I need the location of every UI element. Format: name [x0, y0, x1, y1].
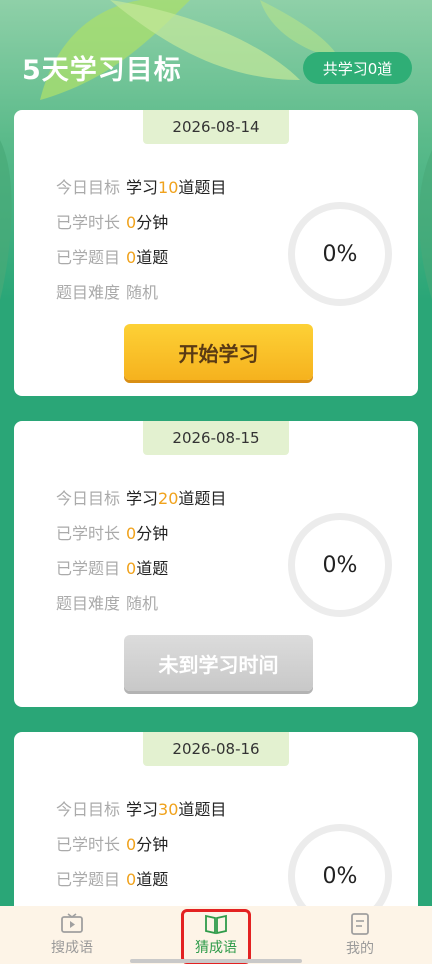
difficulty-value: 随机 — [126, 283, 159, 302]
day-card: 2026-08-16 今日目标学习30道题目 已学时长0分钟 已学题目0道题 题… — [14, 732, 418, 932]
target-count: 20 — [158, 489, 179, 508]
day-card: 2026-08-15 今日目标 学习20道题目 已学时长 0分钟 已学题目 0道题 题… — [14, 421, 418, 707]
progress-text: 0% — [322, 552, 358, 578]
done-value: 0 — [126, 559, 137, 578]
progress-ring: 0% — [288, 202, 392, 306]
done-unit: 道题 — [136, 248, 169, 267]
open-book-icon — [205, 914, 227, 935]
tab-label: 我的 — [346, 941, 374, 957]
tab-guess-idiom[interactable]: 猜成语 — [144, 906, 288, 964]
done-unit: 道题 — [136, 870, 169, 889]
done-value: 0 — [126, 870, 137, 889]
document-icon — [351, 913, 369, 935]
duration-unit: 分钟 — [136, 524, 169, 543]
duration-unit: 分钟 — [136, 835, 169, 854]
day-card: 2026-08-14 今日目标 学习10道题目 已学时长 0分钟 已学题目 0道题 题… — [14, 110, 418, 396]
done-row: 已学题目 0道题 — [56, 555, 168, 579]
bottom-tab-bar: 搜成语 猜成语 我的 — [0, 906, 432, 964]
difficulty-row: 题目难度随机 — [56, 590, 158, 614]
target-label: 今日目标 — [56, 800, 121, 819]
target-suffix: 道题目 — [178, 178, 227, 197]
duration-unit: 分钟 — [136, 213, 169, 232]
duration-label: 已学时长 — [56, 835, 121, 854]
progress-text: 0% — [322, 863, 358, 889]
done-row: 已学题目 0道题 — [56, 244, 168, 268]
done-label: 已学题目 — [56, 559, 121, 578]
duration-row: 已学时长 0分钟 — [56, 831, 168, 855]
done-label: 已学题目 — [56, 870, 121, 889]
not-yet-time-button[interactable]: 未到学习时间 — [124, 635, 313, 691]
difficulty-row: 题目难度随机 — [56, 279, 158, 303]
duration-row: 已学时长 0分钟 — [56, 520, 168, 544]
target-prefix: 学习 — [126, 178, 159, 197]
page-title: 5天学习目标 — [22, 55, 182, 86]
start-study-button[interactable]: 开始学习 — [124, 324, 313, 380]
target-label: 今日目标 — [56, 178, 121, 197]
difficulty-label: 题目难度 — [56, 594, 121, 613]
duration-value: 0 — [126, 524, 137, 543]
page-header: 5天学习目标 共学习0道 — [0, 0, 432, 100]
target-prefix: 学习 — [126, 800, 159, 819]
total-learned-badge: 共学习0道 — [303, 52, 412, 84]
done-value: 0 — [126, 248, 137, 267]
done-unit: 道题 — [136, 559, 169, 578]
target-count: 10 — [158, 178, 179, 197]
target-row: 今日目标 学习10道题目 — [56, 174, 226, 198]
home-indicator — [130, 959, 302, 963]
done-label: 已学题目 — [56, 248, 121, 267]
target-prefix: 学习 — [126, 489, 159, 508]
duration-row: 已学时长 0分钟 — [56, 209, 168, 233]
difficulty-value: 随机 — [126, 594, 159, 613]
card-date: 2026-08-14 — [143, 110, 289, 144]
tab-label: 搜成语 — [51, 940, 93, 956]
tab-label: 猜成语 — [195, 940, 237, 956]
progress-ring: 0% — [288, 513, 392, 617]
progress-text: 0% — [322, 241, 358, 267]
tab-search-idiom[interactable]: 搜成语 — [0, 906, 144, 964]
duration-value: 0 — [126, 213, 137, 232]
tab-mine[interactable]: 我的 — [288, 906, 432, 964]
target-suffix: 道题目 — [178, 489, 227, 508]
target-count: 30 — [158, 800, 179, 819]
target-row: 今日目标 学习30道题目 — [56, 796, 226, 820]
duration-label: 已学时长 — [56, 524, 121, 543]
done-row: 已学题目 0道题 — [56, 866, 168, 890]
target-row: 今日目标 学习20道题目 — [56, 485, 226, 509]
target-label: 今日目标 — [56, 489, 121, 508]
target-suffix: 道题目 — [178, 800, 227, 819]
card-date: 2026-08-15 — [143, 421, 289, 455]
duration-value: 0 — [126, 835, 137, 854]
card-date: 2026-08-16 — [143, 732, 289, 766]
duration-label: 已学时长 — [56, 213, 121, 232]
video-play-icon — [61, 913, 83, 933]
difficulty-label: 题目难度 — [56, 283, 121, 302]
